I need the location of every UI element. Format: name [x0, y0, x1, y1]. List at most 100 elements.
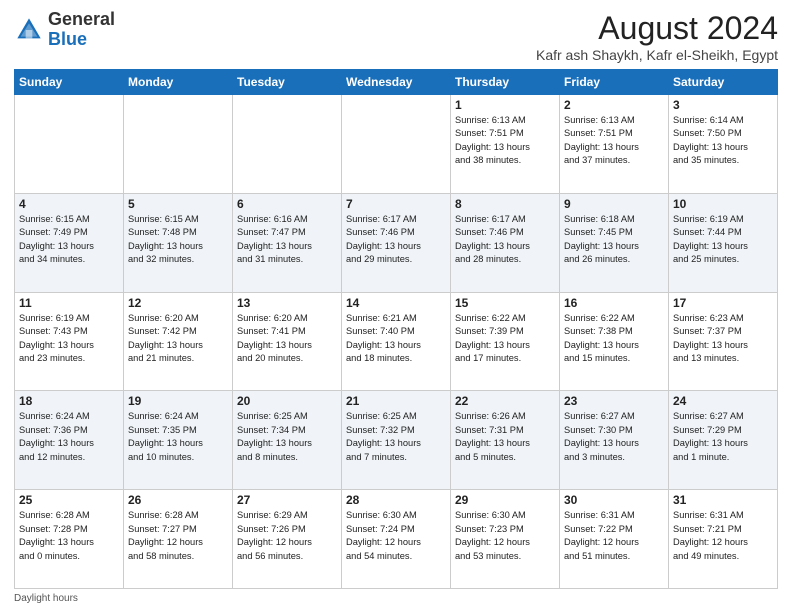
day-number: 14: [346, 296, 446, 310]
day-number: 8: [455, 197, 555, 211]
day-info: Sunrise: 6:24 AM Sunset: 7:36 PM Dayligh…: [19, 410, 119, 464]
day-info: Sunrise: 6:22 AM Sunset: 7:38 PM Dayligh…: [564, 312, 664, 366]
day-info: Sunrise: 6:25 AM Sunset: 7:34 PM Dayligh…: [237, 410, 337, 464]
day-info: Sunrise: 6:23 AM Sunset: 7:37 PM Dayligh…: [673, 312, 773, 366]
table-row: 12 Sunrise: 6:20 AM Sunset: 7:42 PM Dayli…: [124, 292, 233, 391]
day-info: Sunrise: 6:27 AM Sunset: 7:30 PM Dayligh…: [564, 410, 664, 464]
table-row: 18 Sunrise: 6:24 AM Sunset: 7:36 PM Dayli…: [15, 391, 124, 490]
logo: General Blue: [14, 10, 115, 50]
day-info: Sunrise: 6:28 AM Sunset: 7:28 PM Dayligh…: [19, 509, 119, 563]
day-number: 9: [564, 197, 664, 211]
day-info: Sunrise: 6:13 AM Sunset: 7:51 PM Dayligh…: [455, 114, 555, 168]
table-row: 9 Sunrise: 6:18 AM Sunset: 7:45 PM Daylig…: [560, 193, 669, 292]
table-row: 24 Sunrise: 6:27 AM Sunset: 7:29 PM Dayli…: [669, 391, 778, 490]
day-info: Sunrise: 6:13 AM Sunset: 7:51 PM Dayligh…: [564, 114, 664, 168]
table-row: [124, 95, 233, 194]
day-info: Sunrise: 6:19 AM Sunset: 7:43 PM Dayligh…: [19, 312, 119, 366]
calendar-week-row: 4 Sunrise: 6:15 AM Sunset: 7:49 PM Daylig…: [15, 193, 778, 292]
page: General Blue August 2024 Kafr ash Shaykh…: [0, 0, 792, 612]
table-row: 17 Sunrise: 6:23 AM Sunset: 7:37 PM Dayli…: [669, 292, 778, 391]
table-row: 5 Sunrise: 6:15 AM Sunset: 7:48 PM Daylig…: [124, 193, 233, 292]
table-row: [233, 95, 342, 194]
title-block: August 2024 Kafr ash Shaykh, Kafr el-She…: [536, 10, 778, 63]
table-row: 16 Sunrise: 6:22 AM Sunset: 7:38 PM Dayli…: [560, 292, 669, 391]
table-row: 8 Sunrise: 6:17 AM Sunset: 7:46 PM Daylig…: [451, 193, 560, 292]
day-number: 24: [673, 394, 773, 408]
table-row: 25 Sunrise: 6:28 AM Sunset: 7:28 PM Dayli…: [15, 490, 124, 589]
table-row: 27Sunrise: 6:29 AM Sunset: 7:26 PM Dayli…: [233, 490, 342, 589]
day-info: Sunrise: 6:14 AM Sunset: 7:50 PM Dayligh…: [673, 114, 773, 168]
day-info: Sunrise: 6:27 AM Sunset: 7:29 PM Dayligh…: [673, 410, 773, 464]
table-row: 10 Sunrise: 6:19 AM Sunset: 7:44 PM Dayli…: [669, 193, 778, 292]
day-number: 13: [237, 296, 337, 310]
day-info: Sunrise: 6:20 AM Sunset: 7:41 PM Dayligh…: [237, 312, 337, 366]
table-row: [15, 95, 124, 194]
calendar-week-row: 25 Sunrise: 6:28 AM Sunset: 7:28 PM Dayli…: [15, 490, 778, 589]
day-number: 10: [673, 197, 773, 211]
day-number: 27: [237, 493, 337, 507]
calendar-week-row: 11 Sunrise: 6:19 AM Sunset: 7:43 PM Dayli…: [15, 292, 778, 391]
day-info: Sunrise: 6:18 AM Sunset: 7:45 PM Dayligh…: [564, 213, 664, 267]
day-number: 29: [455, 493, 555, 507]
day-number: 31: [673, 493, 773, 507]
day-info: Sunrise: 6:30 AM Sunset: 7:24 PM Dayligh…: [346, 509, 446, 563]
calendar-week-row: 18 Sunrise: 6:24 AM Sunset: 7:36 PM Dayli…: [15, 391, 778, 490]
day-info: Sunrise: 6:31 AM Sunset: 7:22 PM Dayligh…: [564, 509, 664, 563]
table-row: 1 Sunrise: 6:13 AM Sunset: 7:51 PM Daylig…: [451, 95, 560, 194]
table-row: 19 Sunrise: 6:24 AM Sunset: 7:35 PM Dayli…: [124, 391, 233, 490]
logo-blue: Blue: [48, 29, 87, 49]
day-info: Sunrise: 6:17 AM Sunset: 7:46 PM Dayligh…: [346, 213, 446, 267]
day-info: Sunrise: 6:30 AM Sunset: 7:23 PM Dayligh…: [455, 509, 555, 563]
day-number: 20: [237, 394, 337, 408]
col-tuesday: Tuesday: [233, 70, 342, 95]
table-row: 21Sunrise: 6:25 AM Sunset: 7:32 PM Dayli…: [342, 391, 451, 490]
day-info: Sunrise: 6:28 AM Sunset: 7:27 PM Dayligh…: [128, 509, 228, 563]
day-number: 11: [19, 296, 119, 310]
col-monday: Monday: [124, 70, 233, 95]
day-info: Sunrise: 6:24 AM Sunset: 7:35 PM Dayligh…: [128, 410, 228, 464]
day-number: 30: [564, 493, 664, 507]
day-number: 5: [128, 197, 228, 211]
day-number: 23: [564, 394, 664, 408]
col-sunday: Sunday: [15, 70, 124, 95]
day-number: 28: [346, 493, 446, 507]
table-row: 23 Sunrise: 6:27 AM Sunset: 7:30 PM Dayli…: [560, 391, 669, 490]
table-row: 22Sunrise: 6:26 AM Sunset: 7:31 PM Dayli…: [451, 391, 560, 490]
day-info: Sunrise: 6:15 AM Sunset: 7:49 PM Dayligh…: [19, 213, 119, 267]
header: General Blue August 2024 Kafr ash Shaykh…: [14, 10, 778, 63]
table-row: 2 Sunrise: 6:13 AM Sunset: 7:51 PM Daylig…: [560, 95, 669, 194]
location-title: Kafr ash Shaykh, Kafr el-Sheikh, Egypt: [536, 47, 778, 63]
day-info: Sunrise: 6:19 AM Sunset: 7:44 PM Dayligh…: [673, 213, 773, 267]
daylight-label: Daylight hours: [14, 593, 78, 604]
day-info: Sunrise: 6:31 AM Sunset: 7:21 PM Dayligh…: [673, 509, 773, 563]
day-number: 16: [564, 296, 664, 310]
day-number: 12: [128, 296, 228, 310]
table-row: 15Sunrise: 6:22 AM Sunset: 7:39 PM Dayli…: [451, 292, 560, 391]
day-number: 2: [564, 98, 664, 112]
day-number: 4: [19, 197, 119, 211]
table-row: 26Sunrise: 6:28 AM Sunset: 7:27 PM Dayli…: [124, 490, 233, 589]
day-number: 1: [455, 98, 555, 112]
month-title: August 2024: [536, 10, 778, 47]
table-row: 30 Sunrise: 6:31 AM Sunset: 7:22 PM Dayli…: [560, 490, 669, 589]
day-info: Sunrise: 6:17 AM Sunset: 7:46 PM Dayligh…: [455, 213, 555, 267]
table-row: 29 Sunrise: 6:30 AM Sunset: 7:23 PM Dayli…: [451, 490, 560, 589]
day-number: 25: [19, 493, 119, 507]
day-number: 18: [19, 394, 119, 408]
table-row: 6Sunrise: 6:16 AM Sunset: 7:47 PM Daylig…: [233, 193, 342, 292]
col-saturday: Saturday: [669, 70, 778, 95]
day-number: 19: [128, 394, 228, 408]
col-thursday: Thursday: [451, 70, 560, 95]
day-info: Sunrise: 6:22 AM Sunset: 7:39 PM Dayligh…: [455, 312, 555, 366]
day-number: 17: [673, 296, 773, 310]
day-info: Sunrise: 6:20 AM Sunset: 7:42 PM Dayligh…: [128, 312, 228, 366]
day-number: 3: [673, 98, 773, 112]
day-info: Sunrise: 6:15 AM Sunset: 7:48 PM Dayligh…: [128, 213, 228, 267]
day-number: 6: [237, 197, 337, 211]
table-row: 13 Sunrise: 6:20 AM Sunset: 7:41 PM Dayli…: [233, 292, 342, 391]
calendar-week-row: 1 Sunrise: 6:13 AM Sunset: 7:51 PM Daylig…: [15, 95, 778, 194]
table-row: 4 Sunrise: 6:15 AM Sunset: 7:49 PM Daylig…: [15, 193, 124, 292]
table-row: 14Sunrise: 6:21 AM Sunset: 7:40 PM Dayli…: [342, 292, 451, 391]
day-info: Sunrise: 6:25 AM Sunset: 7:32 PM Dayligh…: [346, 410, 446, 464]
footer: Daylight hours: [14, 593, 778, 604]
